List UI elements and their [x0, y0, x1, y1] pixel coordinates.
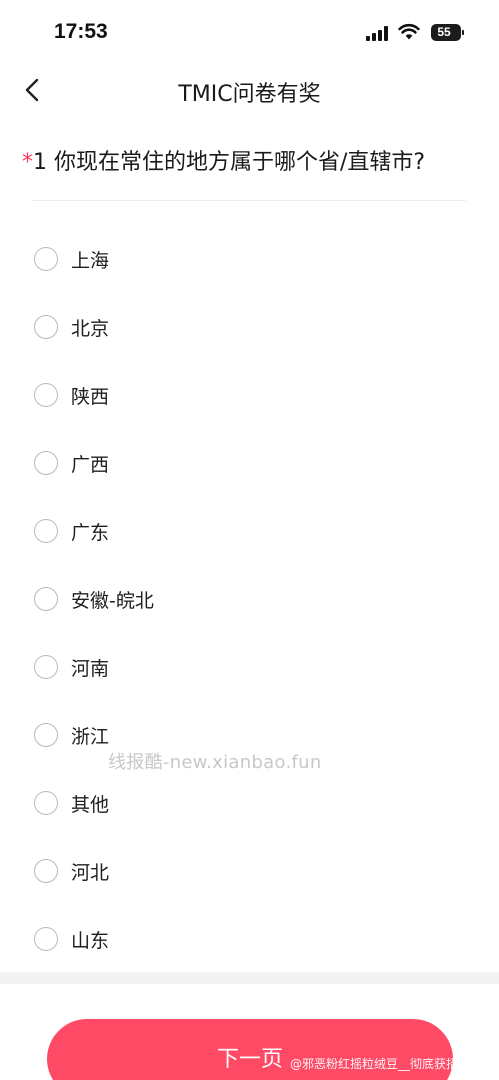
nav-bar: TMIC问卷有奖	[0, 66, 499, 114]
radio-button[interactable]	[34, 383, 58, 407]
option-label: 陕西	[71, 386, 110, 408]
option-shanghai[interactable]: 上海	[0, 224, 499, 292]
status-bar: 17:53 55	[0, 0, 499, 66]
radio-button[interactable]	[34, 451, 58, 475]
option-label: 广西	[71, 454, 110, 476]
option-shaanxi[interactable]: 陕西	[0, 360, 499, 428]
credit-watermark: @邪恶粉红摇粒绒豆__彻底获招版	[290, 1057, 471, 1071]
cellular-signal-icon	[366, 26, 389, 41]
option-label: 广东	[71, 522, 110, 544]
option-henan[interactable]: 河南	[0, 632, 499, 700]
option-label: 山东	[71, 930, 110, 952]
required-mark: *	[22, 150, 33, 175]
radio-button[interactable]	[34, 247, 58, 271]
radio-button[interactable]	[34, 519, 58, 543]
radio-button[interactable]	[34, 315, 58, 339]
option-other[interactable]: 其他	[0, 768, 499, 836]
battery-level: 55	[437, 25, 451, 39]
option-beijing[interactable]: 北京	[0, 292, 499, 360]
radio-button[interactable]	[34, 791, 58, 815]
radio-button[interactable]	[34, 655, 58, 679]
option-label: 其他	[71, 794, 110, 816]
page-title: TMIC问卷有奖	[178, 82, 321, 107]
option-label: 安徽-皖北	[71, 590, 154, 612]
option-list: 上海 北京 陕西 广西 广东 安徽-皖北 河南 浙江 其他 河北 山东	[0, 224, 499, 972]
option-hebei[interactable]: 河北	[0, 836, 499, 904]
option-label: 浙江	[71, 726, 110, 748]
wifi-icon	[398, 23, 420, 40]
radio-button[interactable]	[34, 927, 58, 951]
survey-screen: 17:53 55 TMIC问卷有奖 *1 你现在常住的地方属于哪个省/直辖市?	[0, 0, 499, 1080]
option-label: 河南	[71, 658, 110, 680]
radio-button[interactable]	[34, 723, 58, 747]
question-text: 1 你现在常住的地方属于哪个省/直辖市?	[33, 150, 426, 175]
option-guangxi[interactable]: 广西	[0, 428, 499, 496]
option-label: 北京	[71, 318, 110, 340]
radio-button[interactable]	[34, 587, 58, 611]
option-guangdong[interactable]: 广东	[0, 496, 499, 564]
question-title: *1 你现在常住的地方属于哪个省/直辖市?	[22, 144, 482, 176]
bottom-separator	[0, 972, 499, 984]
radio-button[interactable]	[34, 859, 58, 883]
option-anhui-wanbei[interactable]: 安徽-皖北	[0, 564, 499, 632]
status-time: 17:53	[54, 20, 108, 43]
option-label: 河北	[71, 862, 110, 884]
divider	[32, 200, 466, 201]
watermark: 线报酷-new.xianbao.fun	[108, 752, 322, 773]
option-shandong[interactable]: 山东	[0, 904, 499, 972]
option-label: 上海	[71, 250, 110, 272]
battery-icon: 55	[431, 24, 464, 41]
